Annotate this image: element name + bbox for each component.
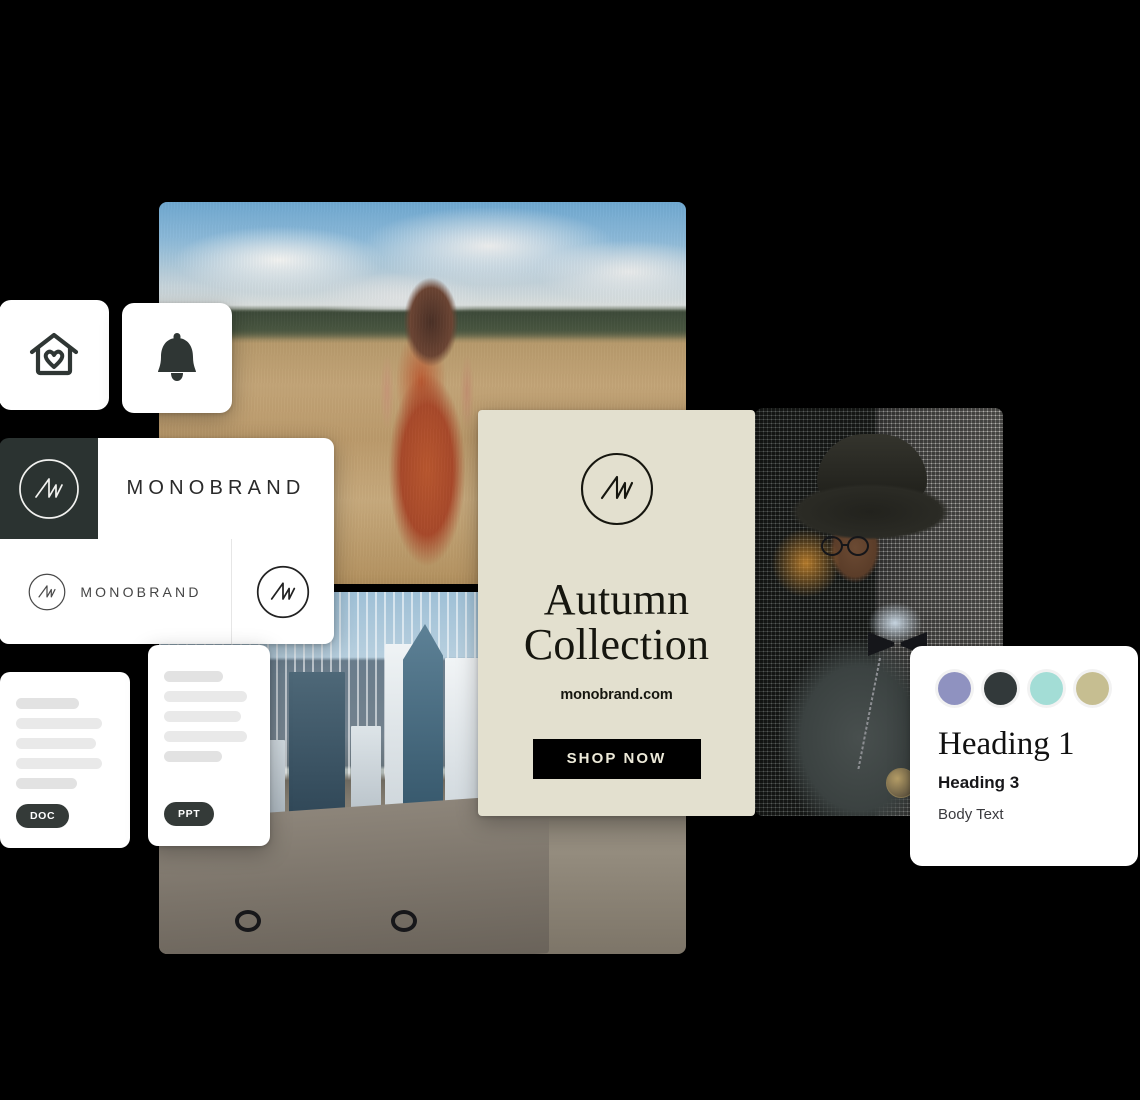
brand-wordmark: MONOBRAND xyxy=(126,477,306,499)
ledge-ring-right xyxy=(391,910,417,932)
heading-1-sample: Heading 1 xyxy=(938,726,1075,762)
file-type-badge: PPT xyxy=(164,802,215,826)
logo-lockup-panel[interactable]: MONOBRAND xyxy=(0,539,232,644)
home-heart-icon-tile[interactable] xyxy=(0,300,109,410)
swatch-charcoal[interactable] xyxy=(984,672,1017,705)
autumn-card-url: monobrand.com xyxy=(560,686,673,703)
swatch-periwinkle[interactable] xyxy=(938,672,971,705)
brand-wordmark-small: MONOBRAND xyxy=(80,583,202,600)
typography-palette-card[interactable]: Heading 1 Heading 3 Body Text xyxy=(910,646,1138,866)
monogram-m-circle-icon xyxy=(580,452,654,526)
autumn-card-title: Autumn Collection xyxy=(523,575,710,669)
file-type-badge: DOC xyxy=(16,804,70,828)
monogram-m-circle-icon xyxy=(28,573,66,611)
document-skeleton-lines xyxy=(164,671,254,771)
document-card-doc[interactable]: DOC xyxy=(0,672,130,848)
bowtie-left xyxy=(868,632,894,656)
body-text-sample: Body Text xyxy=(938,805,1004,823)
document-card-ppt[interactable]: PPT xyxy=(148,645,270,846)
shop-now-button[interactable]: SHOP NOW xyxy=(532,738,701,779)
logo-mark-panel[interactable] xyxy=(232,539,334,644)
swatch-khaki[interactable] xyxy=(1076,672,1109,705)
logo-wordmark-panel[interactable]: MONOBRAND xyxy=(98,438,334,539)
bell-icon xyxy=(150,330,204,386)
swatch-mint[interactable] xyxy=(1030,672,1063,705)
logo-variants-sheet[interactable]: MONOBRAND MONOBRAND xyxy=(0,438,334,644)
document-skeleton-lines xyxy=(16,698,114,798)
bell-icon-tile[interactable] xyxy=(122,303,232,413)
color-swatches xyxy=(938,672,1110,705)
home-heart-icon xyxy=(26,327,82,383)
eyeglasses-icon xyxy=(821,536,883,556)
monogram-m-circle-icon xyxy=(256,565,310,619)
logo-mark-dark-panel[interactable] xyxy=(0,438,98,539)
pocket-watch-chain xyxy=(857,657,881,772)
brand-kit-collage: Autumn Collection monobrand.com SHOP NOW xyxy=(0,0,1140,1100)
heading-3-sample: Heading 3 xyxy=(938,772,1020,792)
ledge-ring-left xyxy=(235,910,261,932)
logo-row-primary: MONOBRAND xyxy=(0,438,334,539)
autumn-collection-card[interactable]: Autumn Collection monobrand.com SHOP NOW xyxy=(478,410,755,816)
monogram-m-circle-icon xyxy=(18,458,80,520)
logo-row-secondary: MONOBRAND xyxy=(0,539,334,644)
